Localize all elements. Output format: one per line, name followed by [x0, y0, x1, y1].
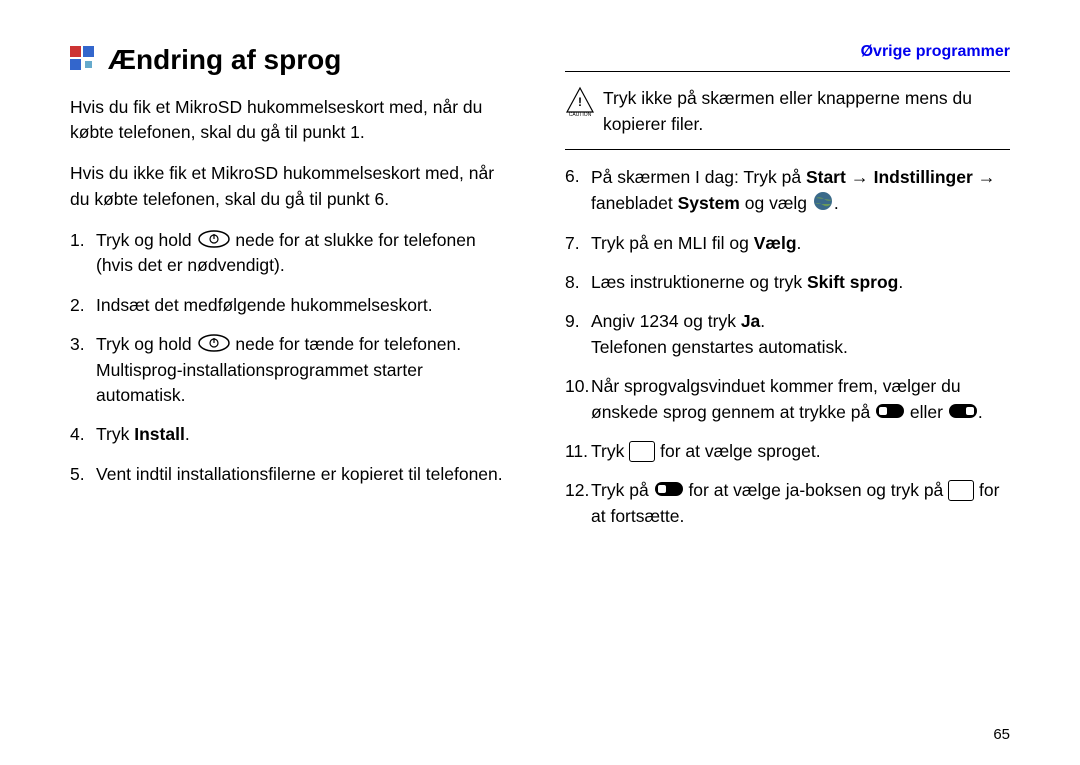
- caution-icon: ! CAUTION: [565, 86, 595, 123]
- title-text: Ændring af sprog: [108, 40, 341, 81]
- soft-left-icon: [654, 481, 684, 499]
- step-3: 3. Tryk og hold nede for tænde for telef…: [96, 332, 515, 408]
- section-title: Ændring af sprog: [70, 40, 515, 81]
- left-column: Ændring af sprog Hvis du fik et MikroSD …: [70, 40, 515, 735]
- caution-note: ! CAUTION Tryk ikke på skærmen eller kna…: [565, 86, 1010, 137]
- divider: [565, 71, 1010, 72]
- step-2: 2. Indsæt det medfølgende hukommelseskor…: [96, 293, 515, 318]
- step-10: 10. Når sprogvalgsvinduet kommer frem, v…: [591, 374, 1010, 425]
- power-icon: [197, 229, 231, 249]
- soft-right-icon: [948, 403, 978, 421]
- intro-paragraph-2: Hvis du ikke fik et MikroSD hukommelsesk…: [70, 161, 515, 212]
- step-5: 5. Vent indtil installationsfilerne er k…: [96, 462, 515, 487]
- step-11: 11. Tryk for at vælge sproget.: [591, 439, 1010, 464]
- divider: [565, 149, 1010, 150]
- step-12: 12. Tryk på for at vælge ja-boksen og tr…: [591, 478, 1010, 529]
- step-4: 4. Tryk Install.: [96, 422, 515, 447]
- step-6: 6. På skærmen I dag: Tryk på Start → Ind…: [591, 164, 1010, 217]
- ok-button-icon: [948, 480, 974, 501]
- step-1: 1. Tryk og hold nede for at slukke for t…: [96, 228, 515, 279]
- svg-text:!: !: [578, 95, 582, 109]
- step-9: 9. Angiv 1234 og tryk Ja. Telefonen gens…: [591, 309, 1010, 360]
- power-icon: [197, 333, 231, 353]
- soft-left-icon: [875, 403, 905, 421]
- globe-icon: [812, 190, 834, 212]
- right-column: Øvrige programmer ! CAUTION Tryk ikke på…: [565, 40, 1010, 735]
- ok-button-icon: [629, 441, 655, 462]
- step-8: 8. Læs instruktionerne og tryk Skift spr…: [591, 270, 1010, 295]
- intro-paragraph-1: Hvis du fik et MikroSD hukommelseskort m…: [70, 95, 515, 146]
- svg-text:CAUTION: CAUTION: [569, 112, 592, 116]
- section-bullet-icon: [70, 46, 100, 74]
- chapter-header-link[interactable]: Øvrige programmer: [565, 40, 1010, 63]
- step-7: 7. Tryk på en MLI fil og Vælg.: [591, 231, 1010, 256]
- page-number: 65: [993, 726, 1010, 743]
